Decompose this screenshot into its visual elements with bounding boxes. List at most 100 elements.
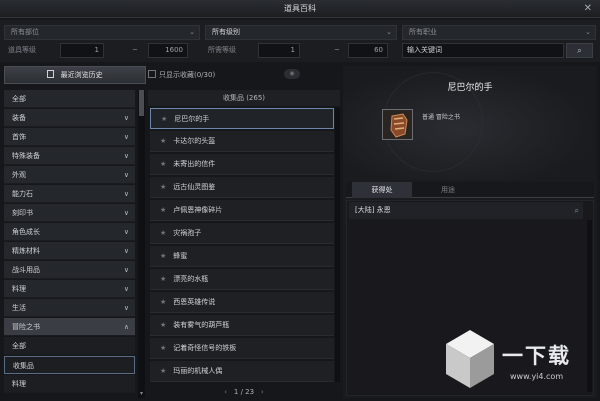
list-item-label: 未寄出的信件	[173, 160, 216, 168]
list-item[interactable]: ★ 卢佩恩神像碎片	[150, 200, 334, 221]
watermark-url: www.yi4.com	[510, 372, 564, 381]
category-label: 首饰	[12, 133, 26, 141]
item-level-min-input[interactable]: 1	[60, 43, 104, 58]
category-item[interactable]: 料理 ∨	[4, 280, 135, 298]
star-icon[interactable]: ★	[160, 137, 166, 145]
class-select-value: 所有职业	[409, 28, 437, 36]
list-item-label: 卡达尔的头盔	[173, 137, 216, 145]
item-name: 尼巴尔的手	[447, 83, 493, 93]
item-level-label: 道具等级	[8, 46, 36, 54]
list-item[interactable]: ★ 玛丽的机械人偶	[150, 361, 334, 382]
chevron-down-icon: ⌄	[585, 28, 591, 36]
chevron-down-icon: ∨	[123, 114, 129, 122]
scrollbar-thumb[interactable]	[139, 90, 144, 116]
star-icon[interactable]: ★	[160, 367, 166, 375]
category-item[interactable]: 全部	[4, 90, 135, 108]
grade-select[interactable]: 所有级别 ⌄	[205, 25, 397, 40]
chevron-down-icon: ∨	[123, 247, 129, 255]
search-button[interactable]: ⌕	[566, 43, 593, 58]
list-item[interactable]: ★ 西恩英雄传说	[150, 292, 334, 313]
item-type-label: 普通 冒险之书	[422, 114, 460, 121]
chevron-down-icon: ∨	[123, 171, 129, 179]
list-item[interactable]: ★ 装有雾气的葫芦瓶	[150, 315, 334, 336]
favorites-only-toggle[interactable]: 只显示收藏(0/30)	[148, 69, 215, 81]
detail-tabs: 获得处 用途	[346, 182, 594, 198]
star-icon[interactable]: ★	[160, 344, 166, 352]
prev-page-icon[interactable]: ‹	[220, 386, 232, 398]
search-icon[interactable]: ⌕	[575, 202, 579, 219]
category-item[interactable]: 刻印书 ∨	[4, 204, 135, 222]
category-item[interactable]: 装备 ∨	[4, 109, 135, 127]
star-icon[interactable]: ★	[160, 298, 166, 306]
subcategory-label: 全部	[12, 342, 26, 350]
item-image-icon	[382, 109, 413, 140]
chevron-down-icon: ∨	[123, 209, 129, 217]
subcategory-item[interactable]: 全部	[4, 337, 135, 355]
category-item[interactable]: 生活 ∨	[4, 299, 135, 317]
list-header: 收集品 (265)	[148, 90, 340, 106]
checkbox[interactable]	[148, 70, 156, 78]
list-item-label: 远古仙灵图鉴	[173, 183, 216, 191]
list-item[interactable]: ★ 漂亮的水瓶	[150, 269, 334, 290]
star-icon[interactable]: ★	[160, 275, 166, 283]
category-item-expanded[interactable]: 冒险之书 ∧	[4, 318, 135, 336]
list-item[interactable]: ★ 未寄出的信件	[150, 154, 334, 175]
recent-history-button[interactable]: 最近浏览历史	[4, 66, 146, 84]
req-level-max-input[interactable]: 60	[348, 43, 388, 58]
chevron-down-icon: ∨	[123, 285, 129, 293]
eye-icon[interactable]: ◉	[284, 69, 300, 79]
list-scrollbar[interactable]	[335, 108, 340, 382]
star-icon[interactable]: ★	[160, 160, 166, 168]
star-icon[interactable]: ★	[160, 229, 166, 237]
item-level-max-input[interactable]: 1600	[148, 43, 188, 58]
window-title: 道具百科	[284, 4, 316, 13]
list-item[interactable]: ★ 记着奇怪信号的铁板	[150, 338, 334, 359]
star-icon[interactable]: ★	[160, 183, 166, 191]
star-icon[interactable]: ★	[161, 115, 167, 123]
tab-source[interactable]: 获得处	[352, 182, 412, 198]
category-item[interactable]: 能力石 ∨	[4, 185, 135, 203]
category-item[interactable]: 外观 ∨	[4, 166, 135, 184]
cube-logo-icon	[446, 330, 494, 388]
req-level-min-input[interactable]: 1	[258, 43, 300, 58]
subcategory-item-selected[interactable]: 收集品	[4, 356, 135, 374]
category-item[interactable]: 首饰 ∨	[4, 128, 135, 146]
list-item[interactable]: ★ 远古仙灵图鉴	[150, 177, 334, 198]
star-icon[interactable]: ★	[160, 321, 166, 329]
category-item[interactable]: 角色成长 ∨	[4, 223, 135, 241]
list-item-label: 记着奇怪信号的铁板	[173, 344, 237, 352]
category-label: 精炼材料	[12, 247, 40, 255]
category-label: 料理	[12, 285, 26, 293]
history-icon	[47, 70, 55, 78]
chevron-down-icon: ∨	[123, 266, 129, 274]
list-item[interactable]: ★ 蜂蜜	[150, 246, 334, 267]
tab-usage[interactable]: 用途	[418, 182, 478, 198]
star-icon[interactable]: ★	[160, 206, 166, 214]
list-item-label: 玛丽的机械人偶	[173, 367, 223, 375]
sidebar-scrollbar[interactable]: ▾	[138, 90, 145, 398]
category-sidebar: 最近浏览历史 全部 装备 ∨ 首饰 ∨ 特殊装备 ∨ 外观 ∨ 能力石 ∨ 刻印书 ∨ 角色…	[4, 66, 146, 398]
next-page-icon[interactable]: ›	[256, 386, 268, 398]
category-item[interactable]: 精炼材料 ∨	[4, 242, 135, 260]
grade-select-value: 所有级别	[212, 28, 240, 36]
watermark-brand: 一下载	[502, 344, 571, 368]
class-select[interactable]: 所有职业 ⌄	[402, 25, 596, 40]
list-item[interactable]: ★ 灾祸孢子	[150, 223, 334, 244]
part-select[interactable]: 所有部位 ⌄	[4, 25, 200, 40]
scroll-down-icon[interactable]: ▾	[138, 390, 145, 398]
category-list: 全部 装备 ∨ 首饰 ∨ 特殊装备 ∨ 外观 ∨ 能力石 ∨ 刻印书 ∨ 角色成长 ∨ 精炼材…	[4, 90, 135, 394]
list-item[interactable]: ★ 卡达尔的头盔	[150, 131, 334, 152]
list-item-label: 卢佩恩神像碎片	[173, 206, 223, 214]
close-icon[interactable]: ✕	[584, 0, 592, 18]
chevron-down-icon: ⌄	[189, 28, 195, 36]
source-entry[interactable]: [大陆] 永恩 ⌕	[349, 202, 583, 219]
star-icon[interactable]: ★	[160, 252, 166, 260]
category-item[interactable]: 战斗用品 ∨	[4, 261, 135, 279]
list-item-selected[interactable]: ★ 尼巴尔的手	[150, 108, 334, 129]
recent-history-label: 最近浏览历史	[60, 71, 103, 79]
keyword-search-input[interactable]: 输入关键词	[402, 43, 564, 58]
category-item[interactable]: 特殊装备 ∨	[4, 147, 135, 165]
source-entry-label: [大陆] 永恩	[355, 206, 391, 214]
subcategory-item[interactable]: 料理	[4, 375, 135, 393]
window-titlebar: 道具百科 ✕	[0, 0, 600, 18]
